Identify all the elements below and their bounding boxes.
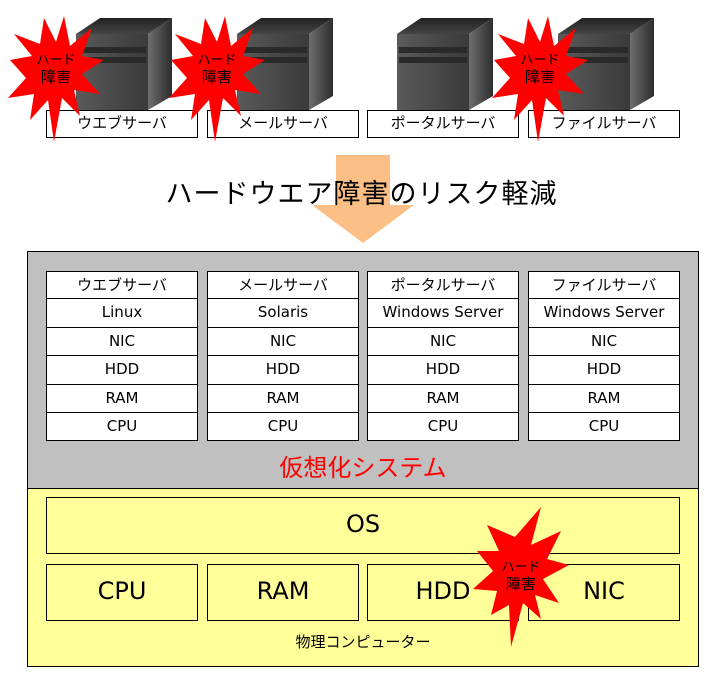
diagram-title: ハードウエア障害のリスク軽減 [165, 179, 558, 210]
hard-failure-burst: ハード 障害 [490, 12, 590, 142]
physical-label: 物理コンピューター [295, 633, 431, 651]
hard-failure-burst: ハード 障害 [167, 12, 267, 142]
hard-failure-burst: ハード 障害 [471, 507, 571, 647]
vm-name: ファイルサーバ [528, 271, 680, 300]
vm-column: ファイルサーバ Windows Server NIC HDD RAM CPU [528, 271, 680, 442]
vm-component: HDD [528, 356, 680, 385]
vm-component: RAM [46, 384, 198, 413]
vm-os: Windows Server [367, 299, 519, 328]
vm-column: ポータルサーバ Windows Server NIC HDD RAM CPU [367, 271, 519, 442]
hard-failure-burst: ハード 障害 [6, 12, 106, 142]
burst-line1: ハード [36, 53, 76, 68]
burst-line1: ハード [197, 53, 237, 68]
physical-layer: OS CPU RAM HDD NIC 物理コンピューター ハード 障害 [28, 489, 698, 666]
vm-os: Solaris [207, 299, 359, 328]
hardware-ram: RAM [207, 564, 359, 621]
vm-name: ポータルサーバ [367, 271, 519, 300]
vm-component: HDD [46, 356, 198, 385]
vm-component: CPU [367, 412, 519, 442]
vm-component: CPU [46, 412, 198, 442]
vm-column: ウエブサーバ Linux NIC HDD RAM CPU [46, 271, 198, 442]
vm-component: CPU [528, 412, 680, 442]
burst-line1: ハード [501, 560, 541, 575]
hardware-cpu: CPU [46, 564, 198, 621]
vm-component: RAM [528, 384, 680, 413]
burst-line2: 障害 [40, 68, 71, 86]
vm-component: NIC [367, 327, 519, 357]
vm-component: HDD [207, 356, 359, 385]
vm-component: NIC [46, 327, 198, 357]
vm-os: Linux [46, 299, 198, 328]
vm-name: メールサーバ [207, 271, 359, 300]
server-icon [397, 18, 493, 110]
vm-component: RAM [367, 384, 519, 413]
vm-component: CPU [207, 412, 359, 442]
virtualization-layer: ウエブサーバ Linux NIC HDD RAM CPU メールサーバ Sola… [28, 252, 698, 489]
virtualization-label: 仮想化システム [279, 454, 447, 482]
vm-component: NIC [207, 327, 359, 357]
vm-column: メールサーバ Solaris NIC HDD RAM CPU [207, 271, 359, 442]
vm-component: HDD [367, 356, 519, 385]
burst-line1: ハード [520, 53, 560, 68]
vm-name: ウエブサーバ [46, 271, 198, 300]
physical-os: OS [46, 497, 680, 554]
vm-component: NIC [528, 327, 680, 357]
burst-line2: 障害 [505, 575, 536, 593]
system-container: ウエブサーバ Linux NIC HDD RAM CPU メールサーバ Sola… [27, 251, 699, 667]
vm-os: Windows Server [528, 299, 680, 328]
burst-line2: 障害 [524, 68, 555, 86]
burst-line2: 障害 [201, 68, 232, 86]
vm-component: RAM [207, 384, 359, 413]
